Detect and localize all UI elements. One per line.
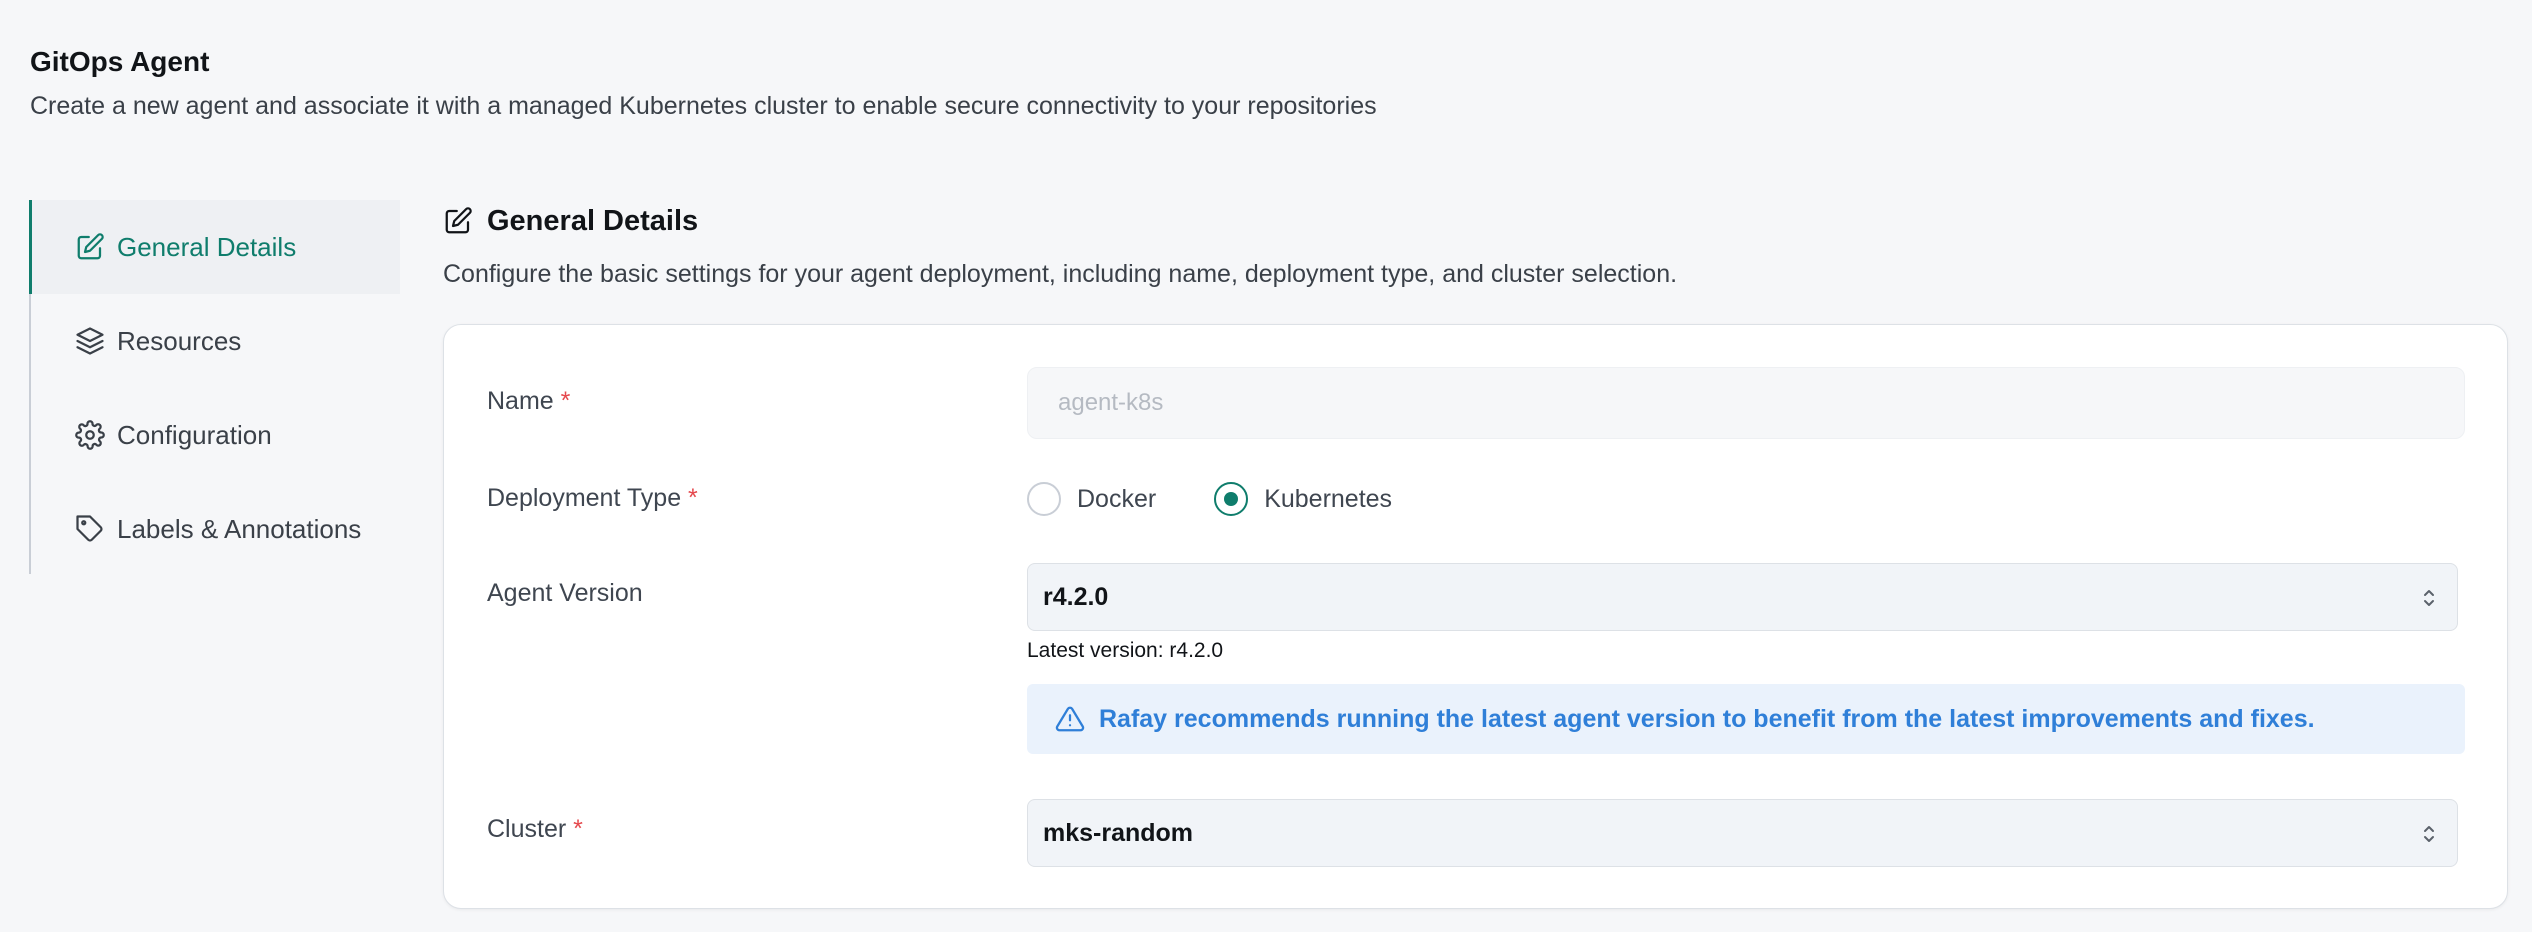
general-details-card: Name * agent-k8s Deployment Type * Docke… (443, 324, 2508, 909)
required-mark: * (573, 815, 583, 843)
version-recommendation-banner: Rafay recommends running the latest agen… (1027, 684, 2465, 754)
edit-icon (445, 207, 472, 234)
cluster-label-text: Cluster (487, 815, 567, 843)
main-content: General Details Configure the basic sett… (443, 200, 2508, 909)
chevron-up-down-icon (2424, 826, 2434, 842)
agent-version-select[interactable]: r4.2.0 (1027, 563, 2458, 631)
layers-icon (76, 327, 104, 355)
name-label: Name * (487, 387, 570, 416)
page-header: GitOps Agent Create a new agent and asso… (30, 44, 1377, 122)
deployment-type-label-text: Deployment Type (487, 484, 682, 512)
tag-icon (76, 515, 103, 542)
radio-kubernetes-label: Kubernetes (1264, 484, 1393, 513)
radio-kubernetes[interactable]: Kubernetes (1214, 482, 1392, 516)
agent-version-value: r4.2.0 (1043, 582, 1109, 611)
radio-docker-label: Docker (1077, 484, 1157, 513)
edit-icon (77, 233, 104, 260)
sidebar-item-configuration[interactable]: Configuration (31, 388, 400, 482)
sidebar-item-label: Resources (117, 325, 242, 356)
name-label-text: Name (487, 387, 554, 415)
cluster-value: mks-random (1043, 818, 1194, 847)
sidebar-item-label: Configuration (117, 419, 272, 450)
sidebar-item-resources[interactable]: Resources (31, 294, 400, 388)
sidebar-item-label: General Details (117, 231, 297, 262)
radio-docker[interactable]: Docker (1027, 482, 1156, 516)
gear-icon (75, 420, 105, 450)
sidebar-item-labels-annotations[interactable]: Labels & Annotations (31, 482, 400, 576)
required-mark: * (560, 387, 571, 415)
chevron-up-down-icon (2424, 590, 2434, 606)
deployment-type-radio-group: Docker Kubernetes (1027, 481, 1450, 517)
agent-version-label: Agent Version (487, 579, 643, 607)
required-mark: * (688, 484, 698, 512)
section-title: General Details (487, 204, 699, 237)
sidebar-nav: General Details Resources Configuration … (29, 200, 400, 574)
name-input[interactable]: agent-k8s (1027, 367, 2465, 439)
banner-text: Rafay recommends running the latest agen… (1099, 704, 2315, 733)
section-header: General Details (443, 200, 2508, 242)
page-subtitle: Create a new agent and associate it with… (30, 92, 1377, 120)
sidebar-item-label: Labels & Annotations (117, 513, 362, 544)
radio-docker-circle[interactable] (1027, 482, 1061, 516)
warning-icon (1055, 706, 1085, 732)
latest-version-note: Latest version: r4.2.0 (1027, 639, 1224, 662)
section-description: Configure the basic settings for your ag… (443, 260, 1678, 288)
deployment-type-label: Deployment Type * (487, 484, 698, 513)
cluster-select[interactable]: mks-random (1027, 799, 2458, 867)
cluster-label: Cluster * (487, 815, 583, 844)
radio-kubernetes-circle[interactable] (1214, 482, 1249, 516)
name-placeholder: agent-k8s (1058, 389, 1164, 416)
page-title: GitOps Agent (30, 46, 210, 77)
sidebar-item-general-details[interactable]: General Details (29, 200, 400, 294)
